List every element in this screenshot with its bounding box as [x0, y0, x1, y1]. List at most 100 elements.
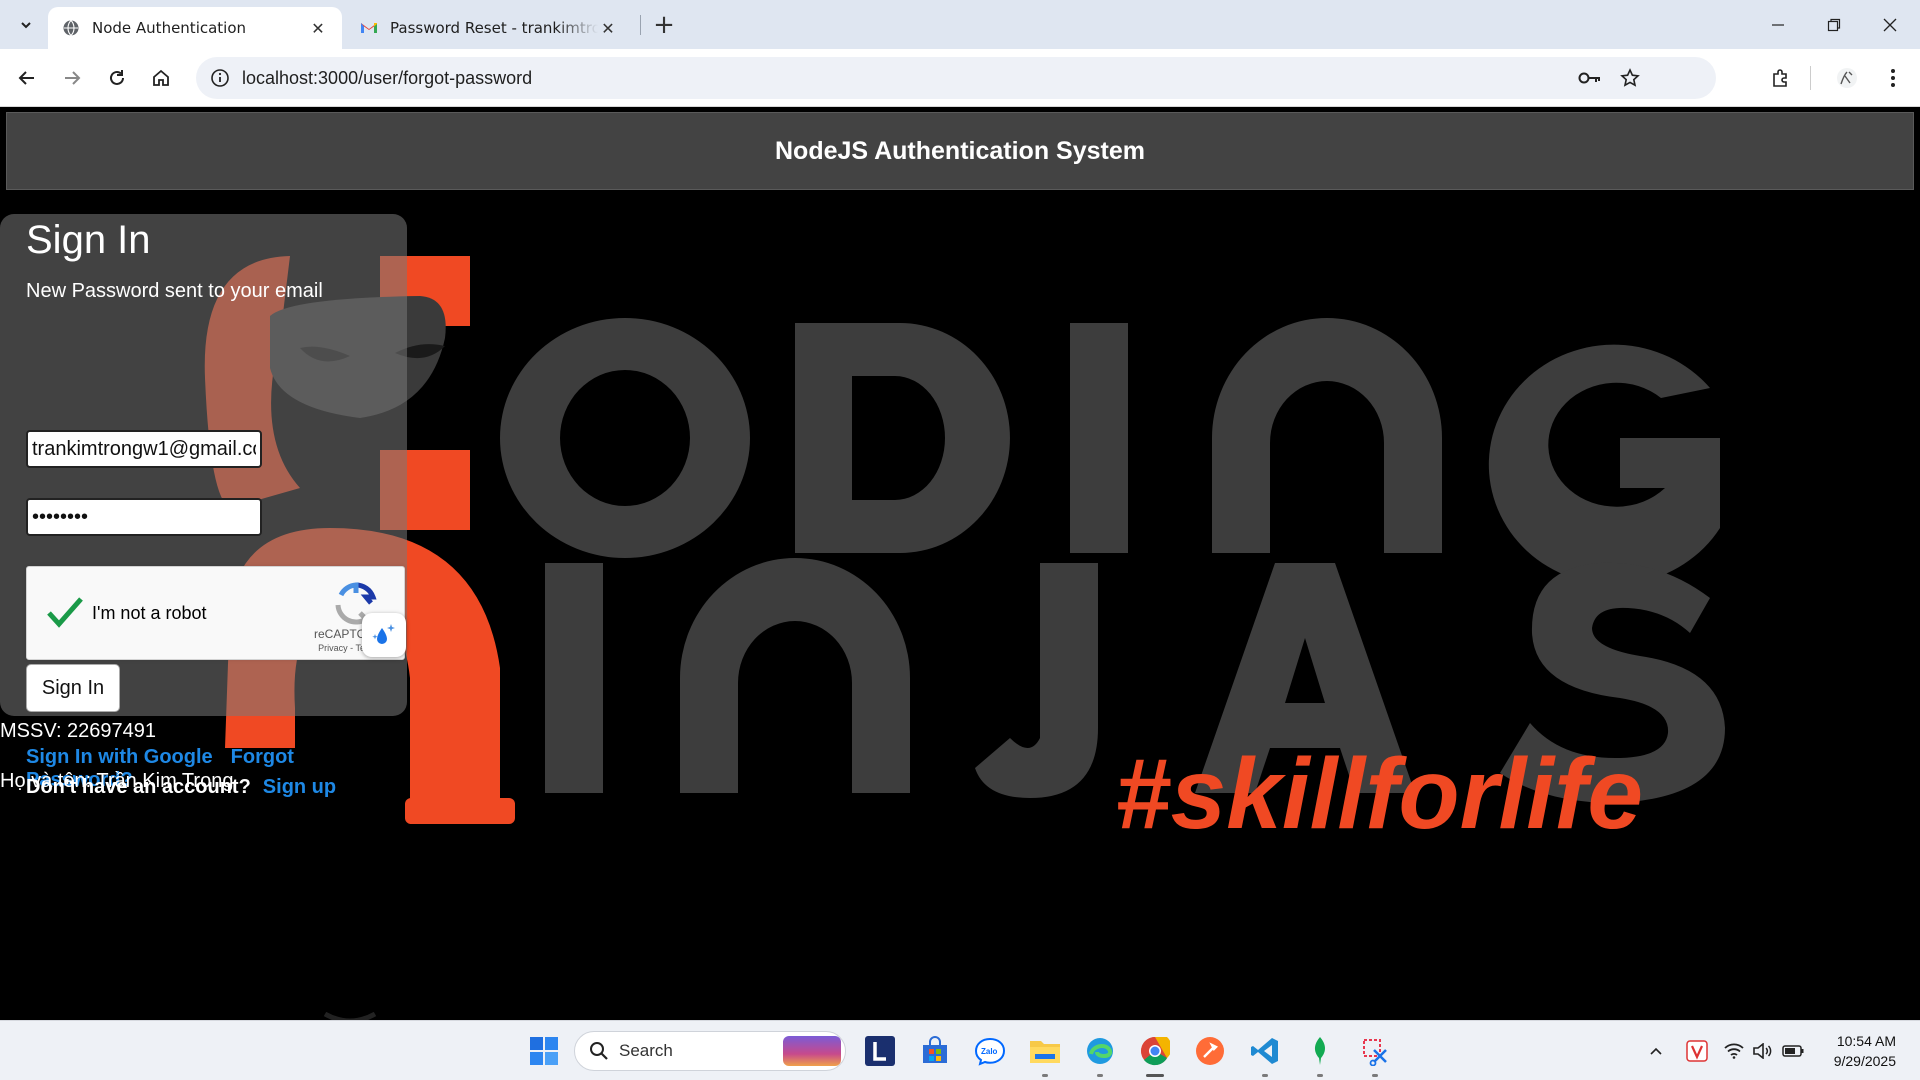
- home-icon: [153, 69, 169, 86]
- show-hidden-icons-button[interactable]: [1644, 1035, 1668, 1067]
- profile-button[interactable]: [1830, 61, 1864, 95]
- browser-tab-strip: Node Authentication ✕ Password Reset - t…: [0, 0, 1920, 49]
- taskbar-app-edge[interactable]: [1080, 1031, 1120, 1077]
- taskbar-app-mongodb[interactable]: [1300, 1031, 1340, 1077]
- arrow-left-icon: [18, 71, 34, 85]
- system-clock[interactable]: 10:54 AM 9/29/2025: [1834, 1031, 1896, 1071]
- site-title: NodeJS Authentication System: [775, 136, 1145, 165]
- gmail-icon: [361, 23, 377, 33]
- windows-taskbar: Search Zalo 10:54 AM 9/29/2025: [0, 1020, 1920, 1080]
- puzzle-icon: [1773, 69, 1787, 87]
- search-highlight-image: [783, 1036, 841, 1066]
- arrow-right-icon: [65, 71, 81, 85]
- back-button[interactable]: [10, 61, 44, 95]
- sign-in-button[interactable]: Sign In: [26, 664, 120, 712]
- tab-title: Node Authentication: [92, 19, 247, 37]
- toolbar-divider: [1810, 66, 1811, 90]
- flash-message: New Password sent to your email: [26, 280, 323, 302]
- store-icon: [923, 1036, 947, 1063]
- svg-text:Zalo: Zalo: [981, 1047, 998, 1056]
- volume-status[interactable]: [1750, 1035, 1774, 1067]
- taskbar-search[interactable]: Search: [574, 1031, 846, 1071]
- restore-icon: [1827, 18, 1841, 31]
- sign-in-card: Sign In New Password sent to your email …: [0, 214, 407, 798]
- site-header: NodeJS Authentication System: [6, 112, 1914, 190]
- chevron-down-icon: [21, 22, 31, 29]
- tab-search-button[interactable]: [10, 9, 42, 41]
- wifi-icon: [1724, 1043, 1744, 1059]
- l-app-icon: [865, 1036, 895, 1066]
- speaker-icon: [1753, 1043, 1772, 1059]
- tagline-text: #skillforlife: [1115, 738, 1643, 850]
- student-name: Họ và tên: Trần Kim Trọng: [0, 770, 234, 792]
- password-input[interactable]: [26, 498, 262, 536]
- folder-icon: [1030, 1041, 1060, 1063]
- recaptcha-label: I'm not a robot: [92, 603, 207, 623]
- sign-in-title: Sign In: [26, 218, 151, 262]
- minimize-button[interactable]: [1750, 0, 1806, 49]
- new-tab-button[interactable]: +: [648, 9, 680, 41]
- edge-icon: [1087, 1038, 1113, 1064]
- web-page: #skillforlife NodeJS Authentication Syst…: [0, 108, 1920, 1020]
- tab-separator: [640, 15, 641, 35]
- browser-toolbar: localhost:3000/user/forgot-password: [0, 49, 1920, 107]
- coding-ninjas-letters: [500, 318, 1725, 803]
- search-placeholder: Search: [619, 1041, 673, 1060]
- postman-icon: [1196, 1037, 1224, 1065]
- site-info-icon[interactable]: [204, 62, 236, 94]
- taskbar-app-store[interactable]: [915, 1031, 955, 1071]
- vscode-icon: [1251, 1038, 1278, 1064]
- close-window-button[interactable]: [1862, 0, 1918, 49]
- taskbar-app-postman[interactable]: [1190, 1031, 1230, 1071]
- taskbar-app-snipping-tool[interactable]: [1355, 1031, 1395, 1077]
- taskbar-app-vscode[interactable]: [1245, 1031, 1285, 1077]
- snipping-tool-icon: [1363, 1039, 1387, 1066]
- student-id: MSSV: 22697491: [0, 720, 157, 742]
- kebab-menu-icon: [1891, 69, 1895, 87]
- address-bar[interactable]: localhost:3000/user/forgot-password: [196, 57, 1716, 99]
- mongodb-leaf-icon: [1314, 1037, 1326, 1065]
- v-app-icon: [1686, 1040, 1708, 1062]
- tray-app-vivaldi[interactable]: [1684, 1035, 1710, 1067]
- minimize-icon: [1772, 23, 1784, 26]
- battery-status[interactable]: [1780, 1035, 1806, 1067]
- windows-start-button[interactable]: [524, 1031, 564, 1071]
- restore-button[interactable]: [1806, 0, 1862, 49]
- url-text[interactable]: localhost:3000/user/forgot-password: [242, 68, 532, 89]
- reload-icon: [110, 70, 124, 85]
- bookmark-star-icon[interactable]: [1614, 62, 1646, 94]
- chevron-up-icon: [1650, 1047, 1662, 1055]
- taskbar-app-chrome[interactable]: [1135, 1031, 1175, 1077]
- close-tab-icon[interactable]: ✕: [598, 18, 618, 38]
- taskbar-app-zalo[interactable]: Zalo: [970, 1031, 1010, 1071]
- search-icon: [590, 1042, 608, 1060]
- extensions-button[interactable]: [1764, 61, 1798, 95]
- taskbar-app-l[interactable]: [860, 1031, 900, 1071]
- forward-button[interactable]: [55, 61, 89, 95]
- close-tab-icon[interactable]: ✕: [308, 18, 328, 38]
- tab-title: Password Reset - trankimtrongw1@gmail.co…: [390, 19, 598, 37]
- menu-button[interactable]: [1876, 61, 1910, 95]
- email-input[interactable]: [26, 430, 262, 468]
- reload-button[interactable]: [100, 61, 134, 95]
- wifi-status[interactable]: [1722, 1035, 1746, 1067]
- recaptcha-badge-button[interactable]: [362, 613, 406, 657]
- close-icon: [1883, 18, 1897, 31]
- globe-icon: [63, 20, 79, 36]
- battery-icon: [1782, 1045, 1804, 1057]
- profile-icon: [1837, 68, 1857, 88]
- password-key-icon[interactable]: [1574, 62, 1606, 94]
- clock-date: 9/29/2025: [1833, 1053, 1896, 1069]
- google-sign-in-link[interactable]: Sign In with Google: [26, 746, 213, 768]
- sparkle-drop-icon: [372, 624, 395, 644]
- zalo-icon: Zalo: [974, 1037, 1006, 1066]
- tab-node-authentication[interactable]: Node Authentication ✕: [48, 7, 342, 49]
- recaptcha-widget: I'm not a robot reCAPTCHA Privacy - Term…: [26, 566, 406, 660]
- home-button[interactable]: [144, 61, 178, 95]
- tab-password-reset[interactable]: Password Reset - trankimtrongw1@gmail.co…: [346, 7, 632, 49]
- checkmark-icon[interactable]: [45, 593, 85, 633]
- sign-up-link[interactable]: Sign up: [263, 776, 336, 798]
- taskbar-app-file-explorer[interactable]: [1025, 1031, 1065, 1077]
- windows-logo-icon: [530, 1037, 558, 1065]
- chrome-icon: [1141, 1037, 1170, 1066]
